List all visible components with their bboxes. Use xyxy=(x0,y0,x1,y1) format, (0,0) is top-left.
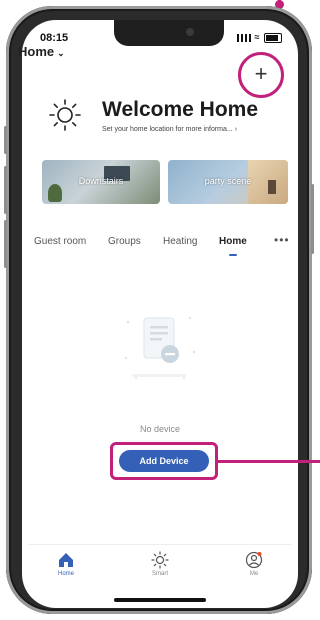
scene-label: party scene xyxy=(204,176,252,186)
wifi-icon: ≈ xyxy=(254,32,261,42)
battery-icon xyxy=(264,32,282,43)
home-selector-label: Home xyxy=(18,44,55,59)
side-button-volume-up xyxy=(4,166,7,214)
location-prompt[interactable]: Set your home location for more informa.… xyxy=(102,126,237,133)
scene-list: Downstairs party scene xyxy=(42,160,288,204)
side-button-mute xyxy=(4,126,7,154)
callout-line-right xyxy=(218,460,320,463)
chevron-right-icon: › xyxy=(234,126,238,133)
sun-icon xyxy=(49,99,81,131)
tab-heating[interactable]: Heating xyxy=(163,236,197,247)
scene-card-party[interactable]: party scene xyxy=(168,160,288,204)
chevron-down-icon: ⌄ xyxy=(57,48,65,58)
welcome-title: Welcome Home xyxy=(102,98,258,121)
status-icons: ≈ xyxy=(237,32,282,43)
profile-icon xyxy=(245,551,263,569)
status-time: 08:15 xyxy=(40,32,69,44)
tabbar-item-smart[interactable]: Smart xyxy=(130,551,190,577)
tab-home[interactable]: Home xyxy=(219,236,247,247)
bottom-tab-bar: Home Smart Me xyxy=(28,544,292,591)
tab-guest-room[interactable]: Guest room xyxy=(34,236,86,247)
side-button-power xyxy=(311,184,314,254)
tabbar-item-me[interactable]: Me xyxy=(224,551,284,577)
tabbar-label-smart: Smart xyxy=(151,571,168,577)
tab-groups[interactable]: Groups xyxy=(108,236,141,247)
empty-state-message: No device xyxy=(139,424,181,434)
scene-label: Downstairs xyxy=(78,176,124,186)
status-bar: 08:15 ≈ xyxy=(40,32,282,46)
tabbar-label-me: Me xyxy=(249,571,259,577)
tabbar-item-home[interactable]: Home xyxy=(36,551,96,577)
room-tabs: Guest room Groups Heating Home ••• xyxy=(34,233,298,256)
tabbar-label-home: Home xyxy=(57,571,74,577)
home-indicator xyxy=(114,598,206,602)
add-device-button[interactable]: Add Device xyxy=(119,450,209,472)
add-button[interactable]: + xyxy=(241,55,281,95)
add-device-highlight: Add Device xyxy=(110,442,218,480)
add-button-highlight: + xyxy=(238,52,284,98)
location-prompt-text: Set your home location for more informa.… xyxy=(102,126,233,133)
plus-icon: + xyxy=(254,61,268,86)
more-tabs-icon[interactable]: ••• xyxy=(274,233,290,247)
plant-graphic xyxy=(48,184,62,202)
empty-document-icon xyxy=(124,316,196,379)
active-tab-indicator xyxy=(229,254,237,256)
home-selector[interactable]: Home ⌄ xyxy=(18,44,65,59)
side-button-volume-down xyxy=(4,220,7,268)
sun-icon xyxy=(151,551,169,569)
signal-icon xyxy=(237,33,252,42)
home-icon xyxy=(59,553,73,567)
scene-card-downstairs[interactable]: Downstairs xyxy=(42,160,160,204)
